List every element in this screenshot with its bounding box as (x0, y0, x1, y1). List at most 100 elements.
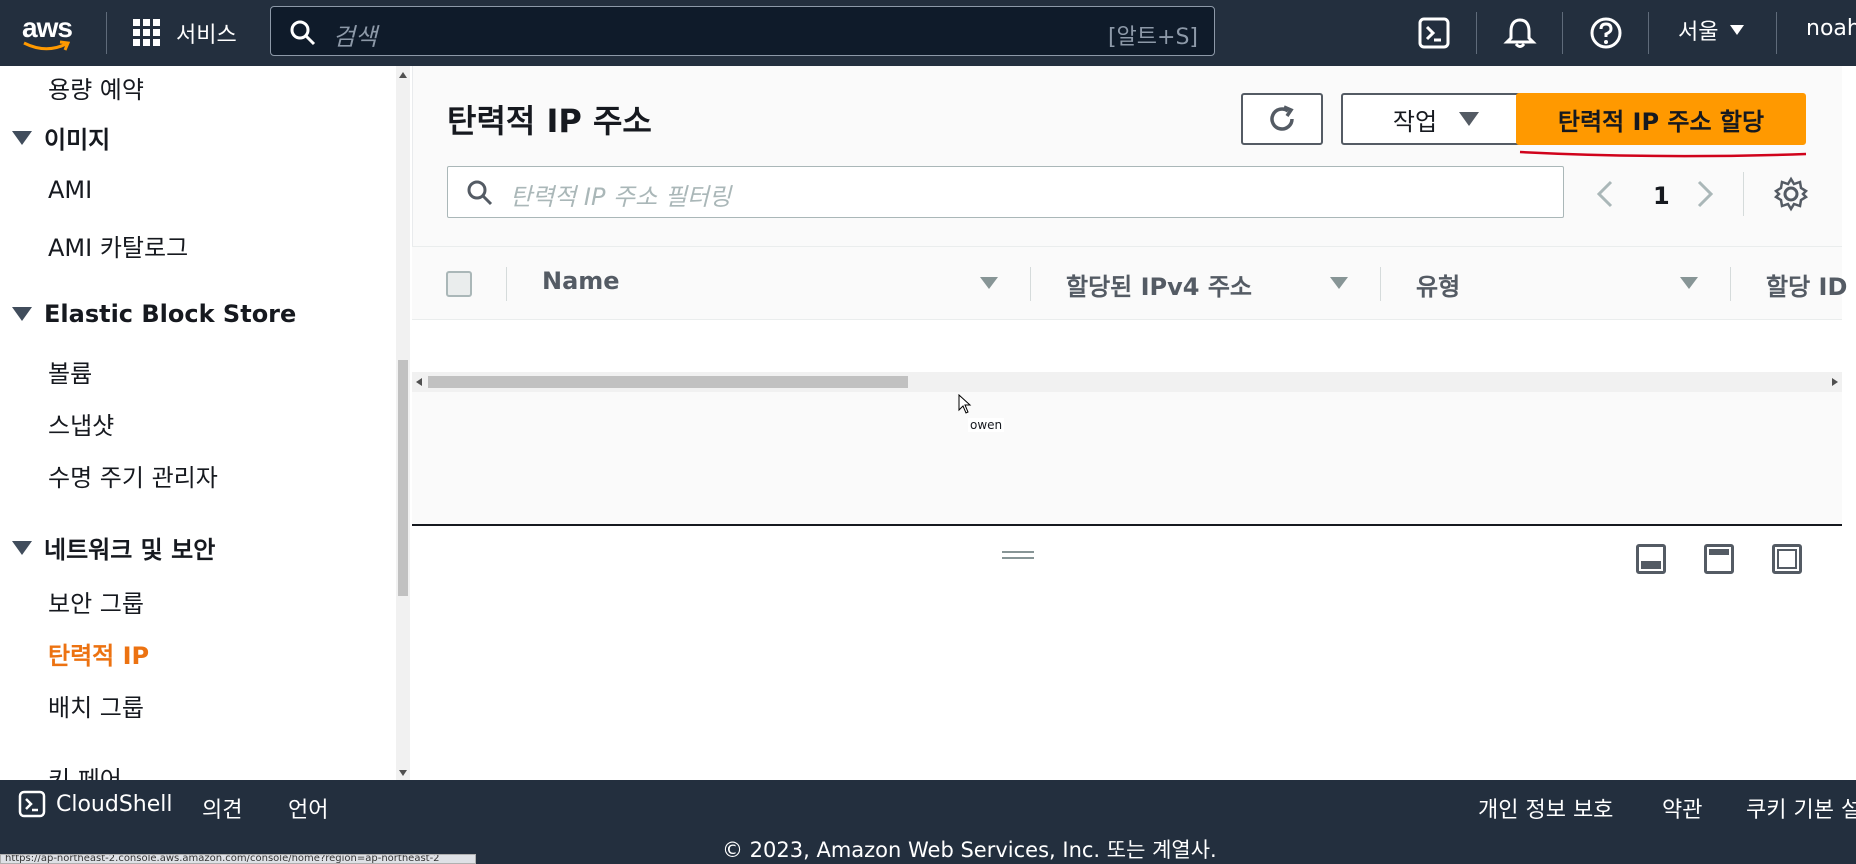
sidebar-section-network-security[interactable]: 네트워크 및 보안 (12, 530, 215, 565)
pager-divider (1743, 172, 1744, 216)
allocate-elastic-ip-button[interactable]: 탄력적 IP 주소 할당 (1516, 93, 1806, 145)
sidebar: 용량 예약 이미지 AMI AMI 카탈로그 Elastic Block Sto… (0, 66, 398, 780)
region-selector[interactable]: 서울 (1678, 0, 1745, 60)
cloudshell-icon (18, 790, 46, 818)
cloudshell-label: CloudShell (56, 791, 173, 817)
sidebar-scrollbar[interactable] (396, 66, 410, 780)
search-placeholder: 검색 (333, 23, 378, 51)
aws-logo[interactable]: aws (18, 8, 82, 56)
split-side-icon[interactable] (1704, 544, 1734, 574)
sort-icon[interactable] (980, 277, 998, 289)
region-label: 서울 (1678, 20, 1719, 45)
split-panel-drag-handle[interactable] (1002, 551, 1034, 561)
footer: CloudShell 의견 언어 개인 정보 보호 약관 쿠키 기본 설정 © … (0, 780, 1856, 864)
split-bottom-icon[interactable] (1636, 544, 1666, 574)
global-search-input[interactable]: 검색 [알트+S] (270, 6, 1215, 56)
annotation-underline (1519, 150, 1807, 158)
sidebar-item-security-groups[interactable]: 보안 그룹 (48, 584, 144, 619)
page-title: 탄력적 IP 주소 (447, 102, 652, 140)
main-content: 탄력적 IP 주소 작업 탄력적 IP 주소 할당 탄력적 IP 주소 필터링 … (412, 66, 1847, 780)
search-icon (467, 180, 493, 206)
section-label: Elastic Block Store (44, 300, 297, 328)
column-header-allocation-id[interactable]: 할당 ID (1766, 267, 1847, 302)
column-separator (506, 267, 507, 301)
language-link[interactable]: 언어 (288, 792, 328, 824)
horizontal-scroll-thumb[interactable] (428, 376, 908, 388)
cloudshell-icon[interactable] (1416, 15, 1452, 51)
browser-status-url: https://ap-northeast-2.console.aws.amazo… (0, 854, 476, 864)
column-header-name[interactable]: Name (542, 267, 620, 295)
refresh-icon (1270, 105, 1294, 131)
sidebar-item-ami[interactable]: AMI (48, 176, 92, 204)
grid-icon (133, 19, 160, 46)
cursor-label: owen (968, 418, 1005, 432)
sidebar-item-elastic-ip[interactable]: 탄력적 IP (48, 636, 149, 671)
terms-link[interactable]: 약관 (1662, 792, 1702, 824)
actions-button[interactable]: 작업 (1341, 93, 1531, 145)
sidebar-item-ami-catalog[interactable]: AMI 카탈로그 (48, 228, 188, 263)
caret-down-icon (12, 540, 32, 555)
column-header-type[interactable]: 유형 (1416, 267, 1460, 302)
help-icon[interactable] (1588, 15, 1624, 51)
sort-icon[interactable] (1330, 277, 1348, 289)
scroll-right-icon[interactable] (1832, 378, 1838, 386)
aws-smile-icon (23, 40, 70, 51)
sidebar-scroll-thumb[interactable] (398, 360, 408, 596)
actions-label: 작업 (1392, 107, 1438, 136)
filter-input[interactable]: 탄력적 IP 주소 필터링 (447, 166, 1564, 218)
user-menu[interactable]: noah (1806, 16, 1856, 41)
scroll-down-icon[interactable] (399, 770, 407, 776)
table-horizontal-scrollbar[interactable] (412, 372, 1842, 392)
icon-fill (1777, 549, 1797, 569)
filter-placeholder: 탄력적 IP 주소 필터링 (510, 183, 732, 211)
sidebar-item-volumes[interactable]: 볼륨 (48, 354, 92, 389)
sidebar-item-placement-groups[interactable]: 배치 그룹 (48, 688, 144, 723)
page-number[interactable]: 1 (1653, 182, 1670, 210)
search-icon (290, 20, 316, 46)
sort-icon[interactable] (1680, 277, 1698, 289)
chevron-left-icon[interactable] (1593, 178, 1617, 210)
caret-down-icon (12, 307, 32, 321)
split-full-icon[interactable] (1772, 544, 1802, 574)
sidebar-item-lifecycle-manager[interactable]: 수명 주기 관리자 (48, 458, 218, 493)
sidebar-section-ebs[interactable]: Elastic Block Store (12, 300, 296, 328)
nav-divider (1648, 12, 1649, 54)
scroll-up-icon[interactable] (399, 72, 407, 78)
caret-down-icon (1459, 112, 1480, 126)
nav-divider (106, 12, 107, 54)
cookie-preferences-link[interactable]: 쿠키 기본 설정 (1746, 792, 1856, 824)
nav-divider (1476, 12, 1477, 54)
copyright-text: © 2023, Amazon Web Services, Inc. 또는 계열사… (722, 838, 1217, 862)
scroll-left-icon[interactable] (416, 378, 422, 386)
caret-down-icon (12, 130, 32, 145)
table-body (412, 320, 1842, 372)
feedback-link[interactable]: 의견 (202, 792, 242, 824)
search-shortcut: [알트+S] (1107, 25, 1198, 50)
remote-cursor: owen (958, 393, 1005, 432)
column-separator (1730, 267, 1731, 301)
section-label: 네트워크 및 보안 (44, 536, 216, 564)
mouse-pointer-icon (958, 393, 972, 414)
table-empty-area (412, 392, 1842, 524)
services-label: 서비스 (176, 23, 237, 48)
sidebar-section-images[interactable]: 이미지 (12, 120, 110, 155)
sidebar-item-capacity-reservations[interactable]: 용량 예약 (48, 70, 144, 105)
chevron-down-icon (1730, 25, 1745, 35)
column-header-ipv4[interactable]: 할당된 IPv4 주소 (1066, 267, 1252, 302)
sidebar-item-key-pairs[interactable]: 키 페어 (48, 760, 122, 780)
icon-fill (1641, 561, 1661, 569)
gear-icon[interactable] (1773, 176, 1809, 212)
sidebar-item-snapshots[interactable]: 스냅샷 (48, 406, 114, 441)
nav-divider (1776, 12, 1777, 54)
top-navigation: aws 서비스 검색 [알트+S] 서울 noah (0, 0, 1856, 66)
column-separator (1380, 267, 1381, 301)
allocate-label: 탄력적 IP 주소 할당 (1557, 107, 1765, 136)
section-label: 이미지 (44, 126, 111, 154)
privacy-link[interactable]: 개인 정보 보호 (1478, 792, 1613, 824)
bell-icon[interactable] (1502, 15, 1538, 51)
services-menu[interactable]: 서비스 (132, 0, 237, 66)
refresh-button[interactable] (1241, 93, 1323, 145)
chevron-right-icon[interactable] (1693, 178, 1717, 210)
cloudshell-link[interactable]: CloudShell (18, 790, 173, 818)
select-all-checkbox[interactable] (446, 271, 472, 297)
